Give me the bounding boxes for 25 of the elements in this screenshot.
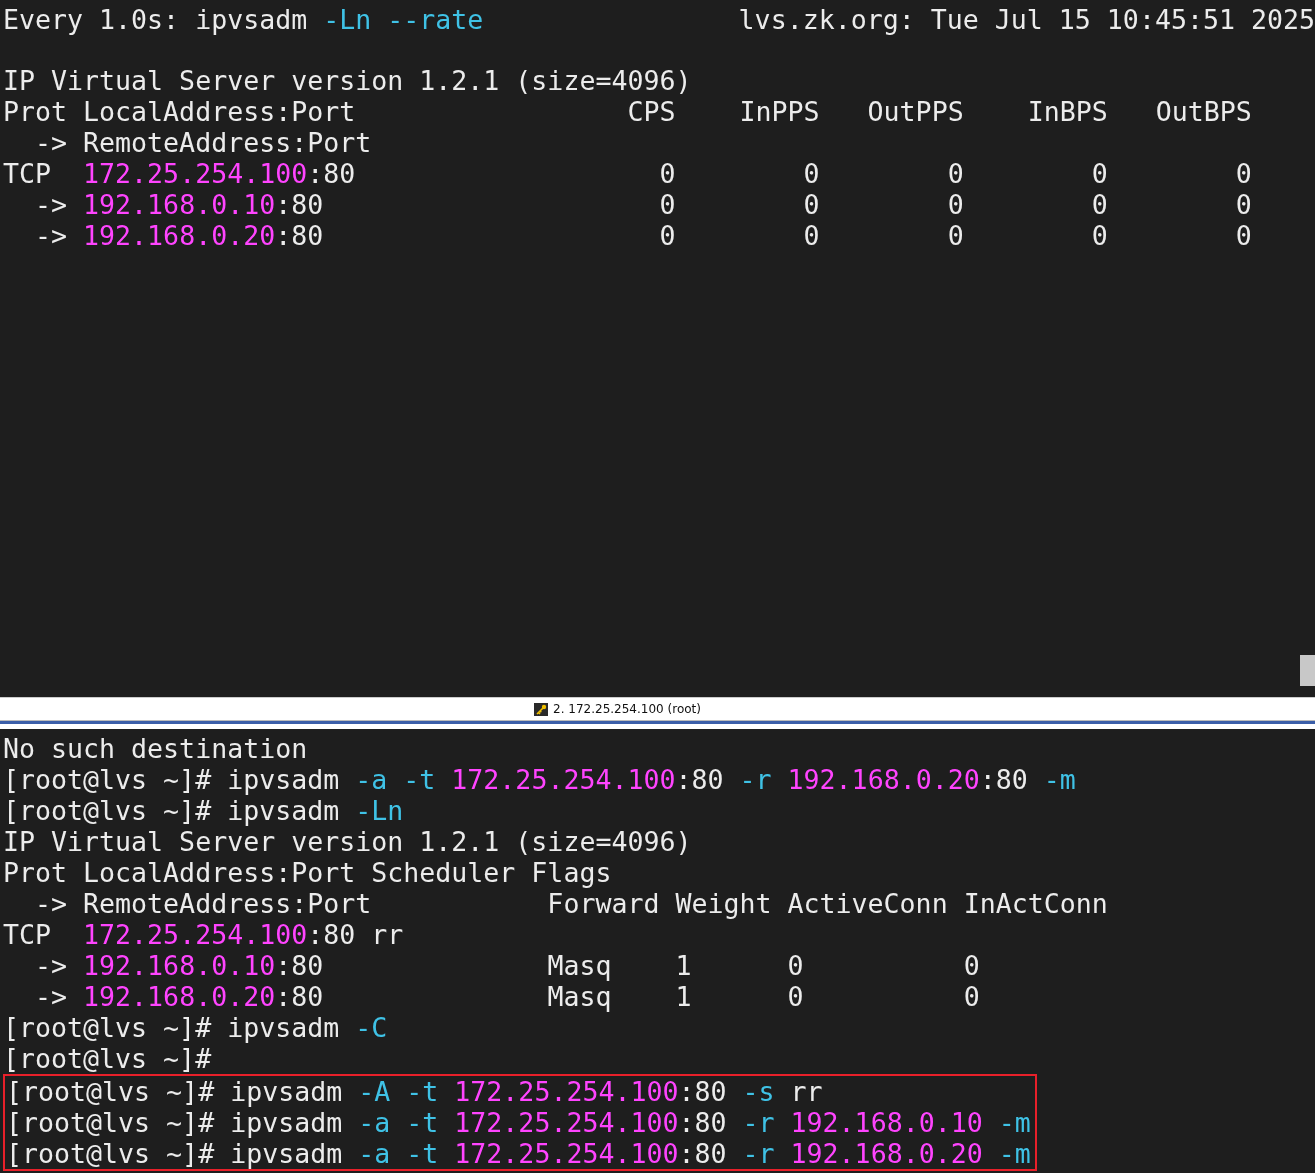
terminal-line: -> 192.168.0.20:80 0 0 0 0 0 [34, 220, 1252, 251]
terminal-line: -> 192.168.0.10:80 Masq 1 0 0 [34, 950, 980, 981]
watch-command: Every 1.0s: ipvsadm -Ln --rate [3, 4, 484, 35]
terminal-line: -> 192.168.0.20:80 Masq 1 0 0 [34, 981, 980, 1012]
terminal-line: -> RemoteAddress:Port Forward Weight ActiveConn InActConn [34, 888, 1108, 919]
terminal-line: [root@lvs ~]# ipvsadm -Ln [3, 795, 404, 826]
terminal-line: -> RemoteAddress:Port [34, 127, 372, 158]
scrollbar-thumb[interactable] [1300, 655, 1315, 686]
terminal-line: -> 192.168.0.10:80 0 0 0 0 0 [34, 189, 1252, 220]
terminal-line: [root@lvs ~]# [3, 1043, 212, 1074]
terminal-line: [root@lvs ~]# ipvsadm -A -t 172.25.254.100:80 -s rr [6, 1076, 823, 1107]
terminal-line: IP Virtual Server version 1.2.1 (size=4096) [3, 65, 692, 96]
terminal-line: No such destination [3, 733, 308, 764]
terminal-line: IP Virtual Server version 1.2.1 (size=4096) [3, 826, 692, 857]
terminal-line: [root@lvs ~]# ipvsadm -a -t 172.25.254.100:80 -r 192.168.0.20:80 -m [3, 764, 1076, 795]
host-timestamp: lvs.zk.org: Tue Jul 15 10:45:51 2025 [738, 4, 1315, 35]
session-title: 2. 172.25.254.100 (root) [553, 702, 701, 716]
terminal-line: [root@lvs ~]# ipvsadm -C [3, 1012, 388, 1043]
key-icon [534, 702, 549, 716]
terminal-line: Prot LocalAddress:Port Scheduler Flags [3, 857, 612, 888]
terminal-line: [root@lvs ~]# ipvsadm -a -t 172.25.254.100:80 -r 192.168.0.10 -m [6, 1107, 1031, 1138]
terminal-line: TCP 172.25.254.100:80 rr [3, 919, 404, 950]
terminal-line: Prot LocalAddress:Port CPS InPPS OutPPS InBPS OutBPS [3, 96, 1252, 127]
terminal-line: [root@lvs ~]# ipvsadm -a -t 172.25.254.100:80 -r 192.168.0.20 -m [6, 1138, 1031, 1169]
terminal-line: TCP 172.25.254.100:80 0 0 0 0 0 [3, 158, 1252, 189]
